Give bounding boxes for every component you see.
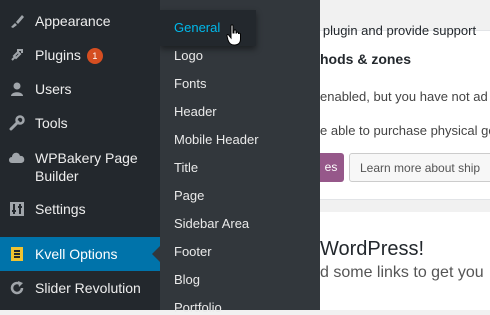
sliders-icon: [8, 200, 26, 218]
update-count-badge: 1: [86, 48, 103, 64]
submenu-item-page[interactable]: Page: [174, 188, 204, 203]
hand-cursor-icon: [226, 24, 241, 46]
submenu-item-title[interactable]: Title: [174, 160, 198, 175]
welcome-subtitle: d some links to get you: [320, 264, 484, 281]
support-text: Help me develop the plugin and provide s…: [320, 23, 477, 38]
label-line-2: Builder: [35, 168, 79, 184]
sidebar-item-users[interactable]: Users: [0, 72, 160, 106]
sidebar-item-label: Tools: [35, 115, 68, 131]
sidebar-item-settings[interactable]: Settings: [0, 192, 160, 226]
setup-shipping-button[interactable]: es: [320, 153, 344, 182]
wrench-icon: [8, 114, 26, 132]
submenu-item-mobile-header[interactable]: Mobile Header: [174, 132, 259, 147]
sidebar-item-appearance[interactable]: Appearance: [0, 4, 160, 38]
label-line-1: WPBakery Page: [35, 150, 138, 166]
kvell-logo-icon: [8, 245, 26, 263]
notice-line-2: e able to purchase physical go: [320, 123, 490, 138]
admin-sidebar: Appearance Plugins 1 Users Tools WPBakery…: [0, 0, 160, 310]
plugin-icon: [8, 46, 26, 64]
sidebar-item-label: Kvell Options: [35, 246, 118, 262]
sidebar-item-tools[interactable]: Tools: [0, 106, 160, 140]
sidebar-item-plugins[interactable]: Plugins 1: [0, 38, 160, 72]
submenu-item-portfolio[interactable]: Portfolio: [174, 300, 222, 315]
current-menu-arrow: [152, 246, 160, 262]
kvell-options-submenu: Logo Fonts Header Mobile Header Title Pa…: [160, 0, 320, 315]
submenu-item-general-label: General: [174, 20, 221, 35]
welcome-title: WordPress!: [320, 238, 425, 260]
users-icon: [8, 80, 26, 98]
submenu-item-header[interactable]: Header: [174, 104, 217, 119]
submenu-item-logo[interactable]: Logo: [174, 48, 203, 63]
paintbrush-icon: [8, 12, 26, 30]
submenu-item-fonts[interactable]: Fonts: [174, 76, 207, 91]
notice-heading: hods & zones: [320, 51, 412, 67]
sidebar-item-label: WPBakery Page Builder: [35, 149, 138, 185]
sidebar-item-label: Users: [35, 81, 72, 97]
submenu-item-footer[interactable]: Footer: [174, 244, 212, 259]
dashboard-content: Help me develop the plugin and provide s…: [320, 0, 490, 310]
submenu-item-blog[interactable]: Blog: [174, 272, 200, 287]
notice-line-1: enabled, but you have not ad: [320, 89, 488, 104]
sidebar-item-slider-revolution[interactable]: Slider Revolution: [0, 271, 160, 305]
sidebar-item-label: Appearance: [35, 13, 111, 29]
sidebar-item-kvell-options[interactable]: Kvell Options: [0, 237, 160, 271]
learn-more-shipping-button[interactable]: Learn more about ship: [349, 153, 490, 182]
sidebar-item-wpbakery[interactable]: WPBakery Page Builder: [0, 140, 160, 194]
submenu-item-sidebar-area[interactable]: Sidebar Area: [174, 216, 249, 231]
cloud-icon: [8, 148, 26, 166]
refresh-icon: [8, 279, 26, 297]
sidebar-item-label: Plugins: [35, 47, 81, 63]
sidebar-item-label: Slider Revolution: [35, 280, 141, 296]
shipping-notice-card: Help me develop the plugin and provide s…: [320, 23, 490, 200]
welcome-panel: WordPress! d some links to get you: [320, 212, 490, 310]
sidebar-item-label: Settings: [35, 201, 86, 217]
